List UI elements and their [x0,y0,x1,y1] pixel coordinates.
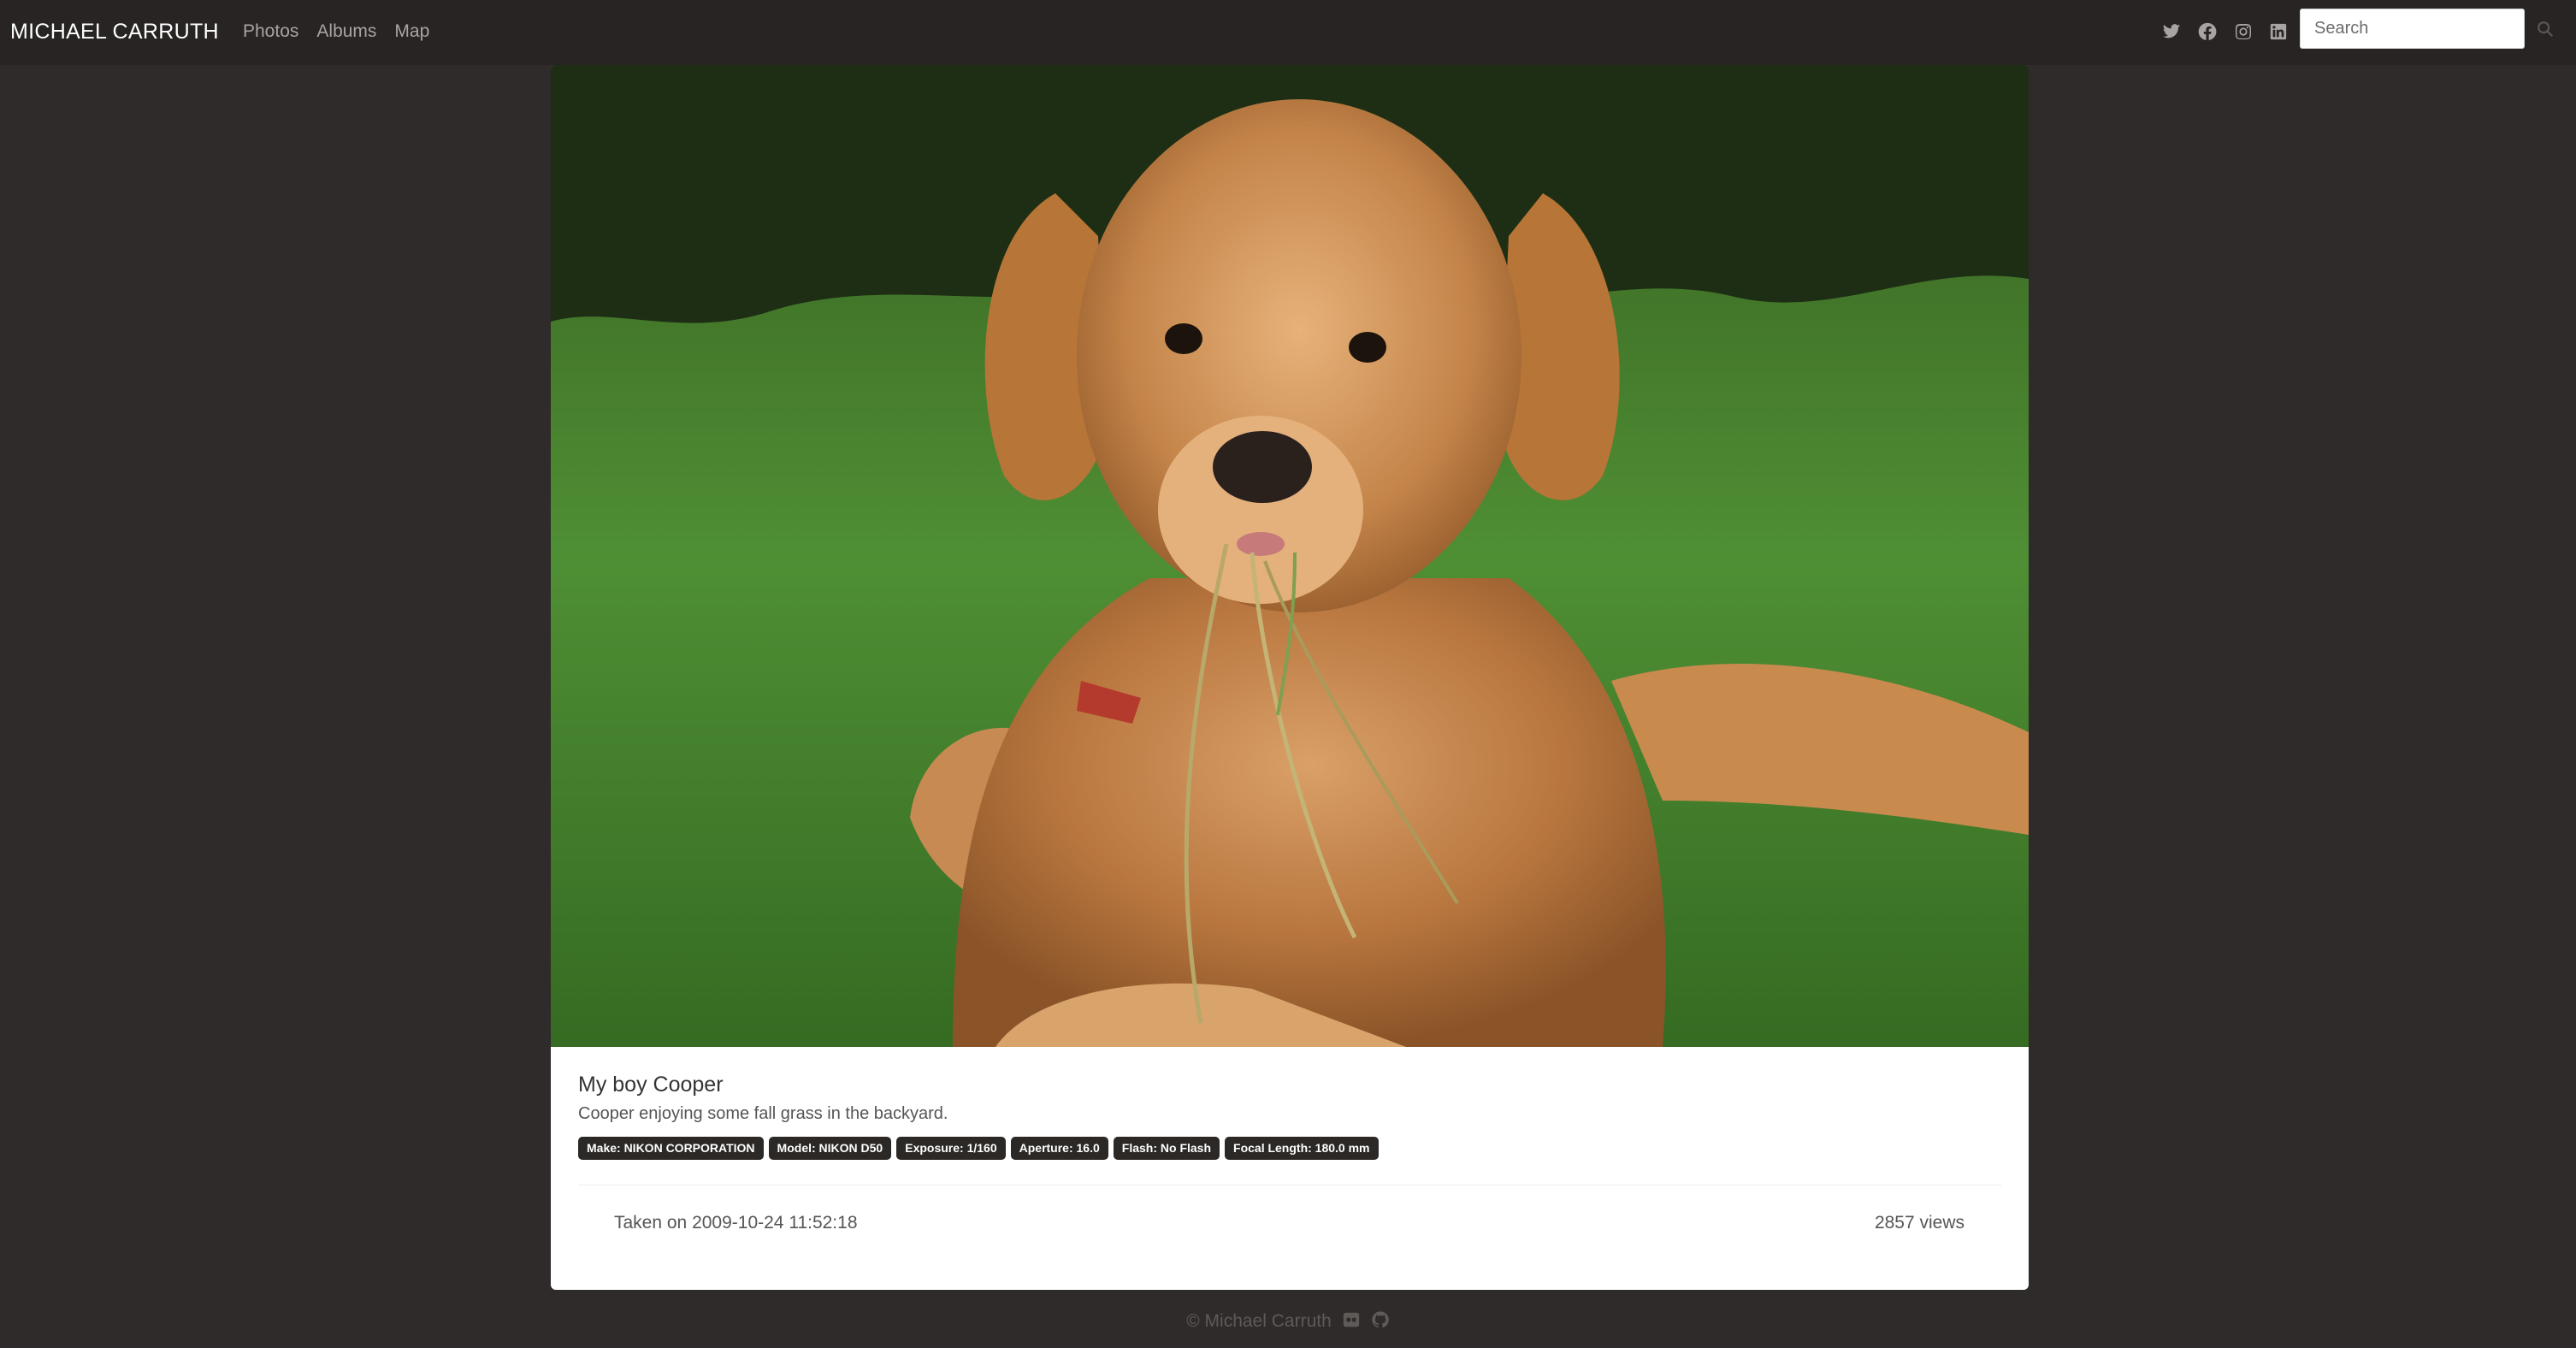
nav-links: Photos Albums Map [243,15,447,48]
linkedin-icon[interactable] [2267,21,2289,43]
photo-title: My boy Cooper [578,1073,724,1097]
brand-link[interactable]: MICHAEL CARRUTH [10,15,219,48]
nav-link-photos[interactable]: Photos [243,15,298,48]
exif-badge-focal-length: Focal Length: 180.0 mm [1225,1137,1379,1160]
nav-link-map[interactable]: Map [394,15,429,48]
nav-link-albums[interactable]: Albums [316,15,376,48]
instagram-icon[interactable] [2232,21,2254,43]
facebook-icon[interactable] [2196,21,2219,43]
search-input[interactable] [2300,9,2525,49]
footer: © Michael Carruth [0,1307,2576,1336]
github-icon[interactable] [1371,1310,1390,1333]
photo-image[interactable] [551,65,2029,1047]
photo-description: Cooper enjoying some fall grass in the b… [578,1104,948,1123]
card-body: My boy Cooper Cooper enjoying some fall … [578,1071,2001,1160]
footer-copyright: © Michael Carruth [1186,1311,1332,1331]
twitter-icon[interactable] [2160,21,2183,43]
exif-badge-aperture: Aperture: 16.0 [1010,1137,1108,1160]
navbar: MICHAEL CARRUTH Photos Albums Map [0,0,2576,65]
exif-badge-exposure: Exposure: 1/160 [896,1137,1006,1160]
dog-photo-illustration [551,65,2029,1047]
photo-card: My boy Cooper Cooper enjoying some fall … [551,65,2029,1290]
view-count: 2857 views [1874,1213,1964,1233]
exif-badge-flash: Flash: No Flash [1113,1137,1220,1160]
taken-date: Taken on 2009-10-24 11:52:18 [614,1213,858,1233]
exif-badge-make: Make: NIKON CORPORATION [578,1137,764,1160]
exif-badge-model: Model: NIKON D50 [768,1137,892,1160]
search-icon[interactable] [2533,17,2557,41]
exif-badges: Make: NIKON CORPORATION Model: NIKON D50… [578,1137,2001,1160]
flickr-icon[interactable] [1342,1310,1361,1333]
